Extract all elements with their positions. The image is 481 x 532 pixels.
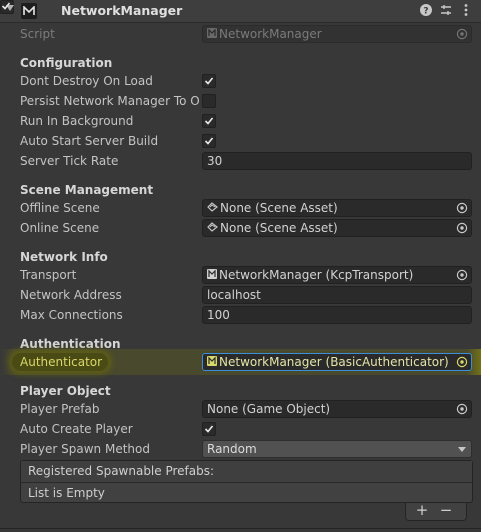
network-address-input[interactable]: localhost: [202, 286, 472, 304]
more-options-icon[interactable]: [459, 3, 475, 19]
player-spawn-method-dropdown[interactable]: Random: [202, 440, 472, 458]
auto-start-server-build-label: Auto Start Server Build: [20, 134, 159, 148]
network-info-section-header: Network Info: [20, 250, 108, 264]
offline-scene-field[interactable]: None (Scene Asset): [202, 199, 472, 217]
configuration-section-header: Configuration: [20, 56, 113, 70]
player-prefab-value: None (Game Object): [207, 402, 331, 416]
offline-scene-label: Offline Scene: [20, 201, 100, 215]
svg-text:?: ?: [423, 7, 428, 17]
component-header[interactable]: NetworkManager ?: [0, 0, 481, 23]
script-icon: [207, 267, 217, 283]
list-footer: + −: [405, 502, 467, 521]
script-icon: [207, 26, 217, 42]
online-scene-field[interactable]: None (Scene Asset): [202, 219, 472, 237]
remove-element-button[interactable]: −: [436, 502, 456, 519]
player-spawn-method-label: Player Spawn Method: [20, 442, 150, 456]
object-picker-icon[interactable]: [456, 202, 468, 214]
add-element-button[interactable]: +: [412, 502, 432, 519]
dont-destroy-on-load-label: Dont Destroy On Load: [20, 74, 153, 88]
script-label: Script: [20, 27, 55, 41]
auto-create-player-checkbox[interactable]: [202, 422, 216, 436]
persist-network-manager-label: Persist Network Manager To Offline Scene: [20, 94, 200, 108]
player-object-section-header: Player Object: [20, 384, 111, 398]
auto-start-server-build-checkbox[interactable]: [202, 134, 216, 148]
object-picker-icon[interactable]: [456, 403, 468, 415]
dropdown-arrow-icon: [458, 447, 466, 452]
object-picker-icon[interactable]: [456, 269, 468, 281]
online-scene-label: Online Scene: [20, 221, 100, 235]
script-icon: [207, 354, 217, 370]
authenticator-value: NetworkManager (BasicAuthenticator): [219, 355, 449, 369]
inspector-divider: [0, 528, 481, 529]
help-icon[interactable]: ?: [419, 3, 435, 19]
list-empty-text: List is Empty: [28, 486, 105, 500]
script-field: NetworkManager: [202, 25, 472, 43]
transport-value: NetworkManager (KcpTransport): [219, 268, 414, 282]
component-title: NetworkManager: [61, 3, 183, 18]
offline-scene-value: None (Scene Asset): [220, 201, 338, 215]
authenticator-field[interactable]: NetworkManager (BasicAuthenticator): [202, 353, 472, 371]
run-in-background-label: Run In Background: [20, 114, 134, 128]
scene-asset-icon: [207, 200, 218, 216]
network-address-label: Network Address: [20, 288, 122, 302]
transport-field[interactable]: NetworkManager (KcpTransport): [202, 266, 472, 284]
scene-management-section-header: Scene Management: [20, 183, 154, 197]
player-spawn-method-value: Random: [207, 442, 257, 456]
object-picker-icon[interactable]: [456, 222, 468, 234]
dont-destroy-on-load-checkbox[interactable]: [202, 74, 216, 88]
player-prefab-label: Player Prefab: [20, 402, 100, 416]
run-in-background-checkbox[interactable]: [202, 114, 216, 128]
auto-create-player-label: Auto Create Player: [20, 422, 133, 436]
player-prefab-field[interactable]: None (Game Object): [202, 400, 472, 418]
scene-asset-icon: [207, 220, 218, 236]
presets-icon[interactable]: [439, 3, 455, 19]
max-connections-input[interactable]: 100: [202, 306, 472, 324]
online-scene-value: None (Scene Asset): [220, 221, 338, 235]
component-script-icon: [21, 3, 37, 19]
list-header: Registered Spawnable Prefabs:: [21, 461, 472, 483]
max-connections-label: Max Connections: [20, 308, 123, 322]
persist-network-manager-checkbox[interactable]: [202, 94, 216, 108]
object-picker-icon[interactable]: [456, 356, 468, 368]
transport-label: Transport: [20, 268, 77, 282]
authenticator-label: Authenticator: [20, 355, 103, 369]
registered-spawnable-prefabs-list: Registered Spawnable Prefabs: List is Em…: [20, 460, 473, 503]
server-tick-rate-label: Server Tick Rate: [20, 154, 119, 168]
server-tick-rate-input[interactable]: 30: [202, 152, 472, 170]
object-picker-icon: [456, 28, 468, 40]
script-value: NetworkManager: [219, 27, 322, 41]
